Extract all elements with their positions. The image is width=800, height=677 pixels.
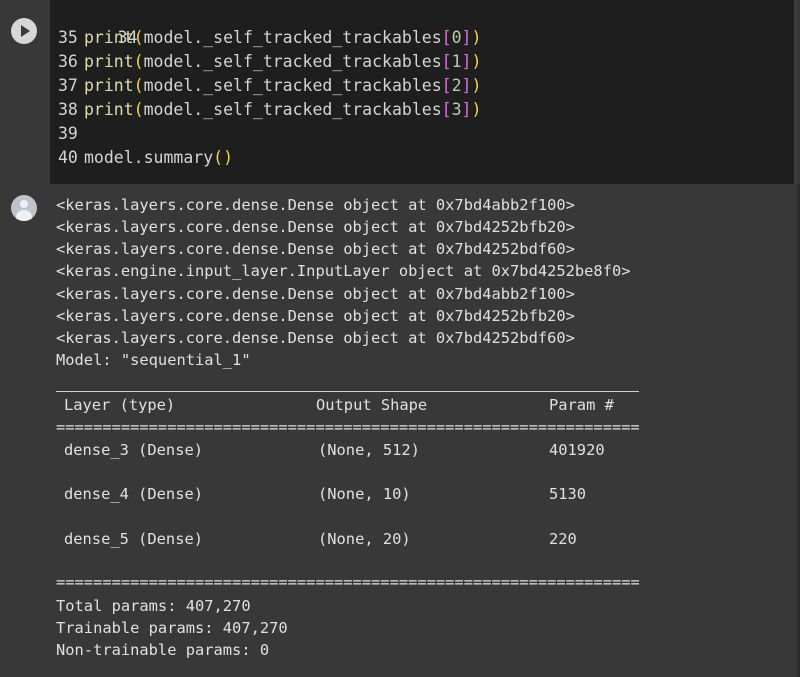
- line-number: 36: [58, 52, 78, 71]
- row-param-count: 401920: [549, 441, 605, 459]
- code-token-bracket: [: [441, 76, 452, 95]
- code-token-arg: model._self_tracked_trackables: [143, 28, 442, 47]
- code-token-method: summary: [143, 148, 214, 167]
- code-token-bracket: [: [441, 52, 452, 71]
- header-param-count: Param #: [549, 396, 614, 414]
- code-token-index: 0: [451, 28, 462, 47]
- code-token-fn: print: [84, 28, 134, 47]
- row-param-count: 220: [549, 530, 577, 548]
- code-token-bracket: ]: [461, 52, 472, 71]
- non-trainable-params: Non-trainable params: 0: [56, 641, 270, 659]
- output-line: <keras.layers.core.dense.Dense object at…: [56, 285, 575, 303]
- row-param-count: 5130: [549, 485, 587, 503]
- cell-gutter: [0, 0, 50, 184]
- code-token-paren: (: [133, 28, 144, 47]
- output-line: <keras.layers.core.dense.Dense object at…: [56, 196, 575, 214]
- total-params: Total params: 407,270: [56, 597, 251, 615]
- run-cell-button[interactable]: [11, 18, 37, 44]
- code-line: 38 print(model._self_tracked_trackables[3…: [58, 98, 481, 122]
- cell-output: <keras.layers.core.dense.Dense object at…: [0, 184, 800, 677]
- code-token-index: 1: [451, 52, 462, 71]
- code-token-obj: model.: [84, 148, 144, 167]
- row-output-shape: (None, 10): [318, 485, 411, 503]
- row-layer-name: dense_4 (Dense): [64, 485, 203, 503]
- code-line: 37 print(model._self_tracked_trackables[2…: [58, 74, 481, 98]
- line-number: 38: [58, 100, 78, 119]
- output-line: <keras.layers.core.dense.Dense object at…: [56, 329, 575, 347]
- output-line: <keras.engine.input_layer.InputLayer obj…: [56, 262, 631, 280]
- line-number: 37: [58, 76, 78, 95]
- code-token-paren: ): [471, 52, 482, 71]
- summary-header-separator: ========================================…: [56, 419, 639, 435]
- code-token-bracket: [: [441, 28, 452, 47]
- code-line: 36 print(model._self_tracked_trackables[1…: [58, 50, 481, 74]
- line-number: 40: [58, 148, 78, 167]
- code-token-paren: ): [471, 100, 482, 119]
- output-avatar-icon[interactable]: [11, 195, 37, 221]
- avatar-head: [20, 200, 28, 208]
- row-layer-name: dense_5 (Dense): [64, 530, 203, 548]
- model-name-line: Model: "sequential_1": [56, 351, 251, 369]
- code-token-fn: print: [84, 100, 134, 119]
- avatar-shoulders: [16, 210, 32, 221]
- code-token-paren: (: [133, 100, 144, 119]
- code-token-index: 3: [451, 100, 462, 119]
- code-token-arg: model._self_tracked_trackables: [143, 76, 442, 95]
- output-line: <keras.layers.core.dense.Dense object at…: [56, 240, 575, 258]
- editor-scrollbar[interactable]: [794, 0, 797, 184]
- header-layer-type: Layer (type): [64, 396, 176, 414]
- code-line: 35 print(model._self_tracked_trackables[0…: [58, 26, 481, 50]
- row-layer-name: dense_3 (Dense): [64, 441, 203, 459]
- code-token-arg: model._self_tracked_trackables: [143, 100, 442, 119]
- code-token-bracket: ]: [461, 28, 472, 47]
- code-line: 34: [58, 2, 144, 47]
- line-number: 39: [58, 124, 78, 143]
- code-token-index: 2: [451, 76, 462, 95]
- summary-bottom-separator: ========================================…: [56, 574, 639, 590]
- code-editor[interactable]: 34 35 print(model._self_tracked_trackable…: [50, 0, 797, 184]
- code-token-arg: model._self_tracked_trackables: [143, 52, 442, 71]
- output-line: <keras.layers.core.dense.Dense object at…: [56, 307, 575, 325]
- code-token-paren: ): [471, 76, 482, 95]
- code-token-bracket: [: [441, 100, 452, 119]
- code-token-paren: (: [133, 76, 144, 95]
- code-token-bracket: ]: [461, 76, 472, 95]
- code-line: 40 model.summary(): [58, 146, 233, 170]
- code-token-fn: print: [84, 76, 134, 95]
- header-output-shape: Output Shape: [316, 396, 428, 414]
- row-output-shape: (None, 512): [318, 441, 420, 459]
- trainable-params: Trainable params: 407,270: [56, 619, 288, 637]
- code-token-paren: (: [133, 52, 144, 71]
- code-token-paren: (): [213, 148, 234, 167]
- row-output-shape: (None, 20): [318, 530, 411, 548]
- line-number: 35: [58, 28, 78, 47]
- code-token-paren: ): [471, 28, 482, 47]
- output-line: <keras.layers.core.dense.Dense object at…: [56, 218, 575, 236]
- code-token-fn: print: [84, 52, 134, 71]
- summary-top-rule: [56, 391, 639, 392]
- code-line: 39: [58, 122, 84, 146]
- code-cell[interactable]: 34 35 print(model._self_tracked_trackable…: [0, 0, 800, 184]
- code-token-bracket: ]: [461, 100, 472, 119]
